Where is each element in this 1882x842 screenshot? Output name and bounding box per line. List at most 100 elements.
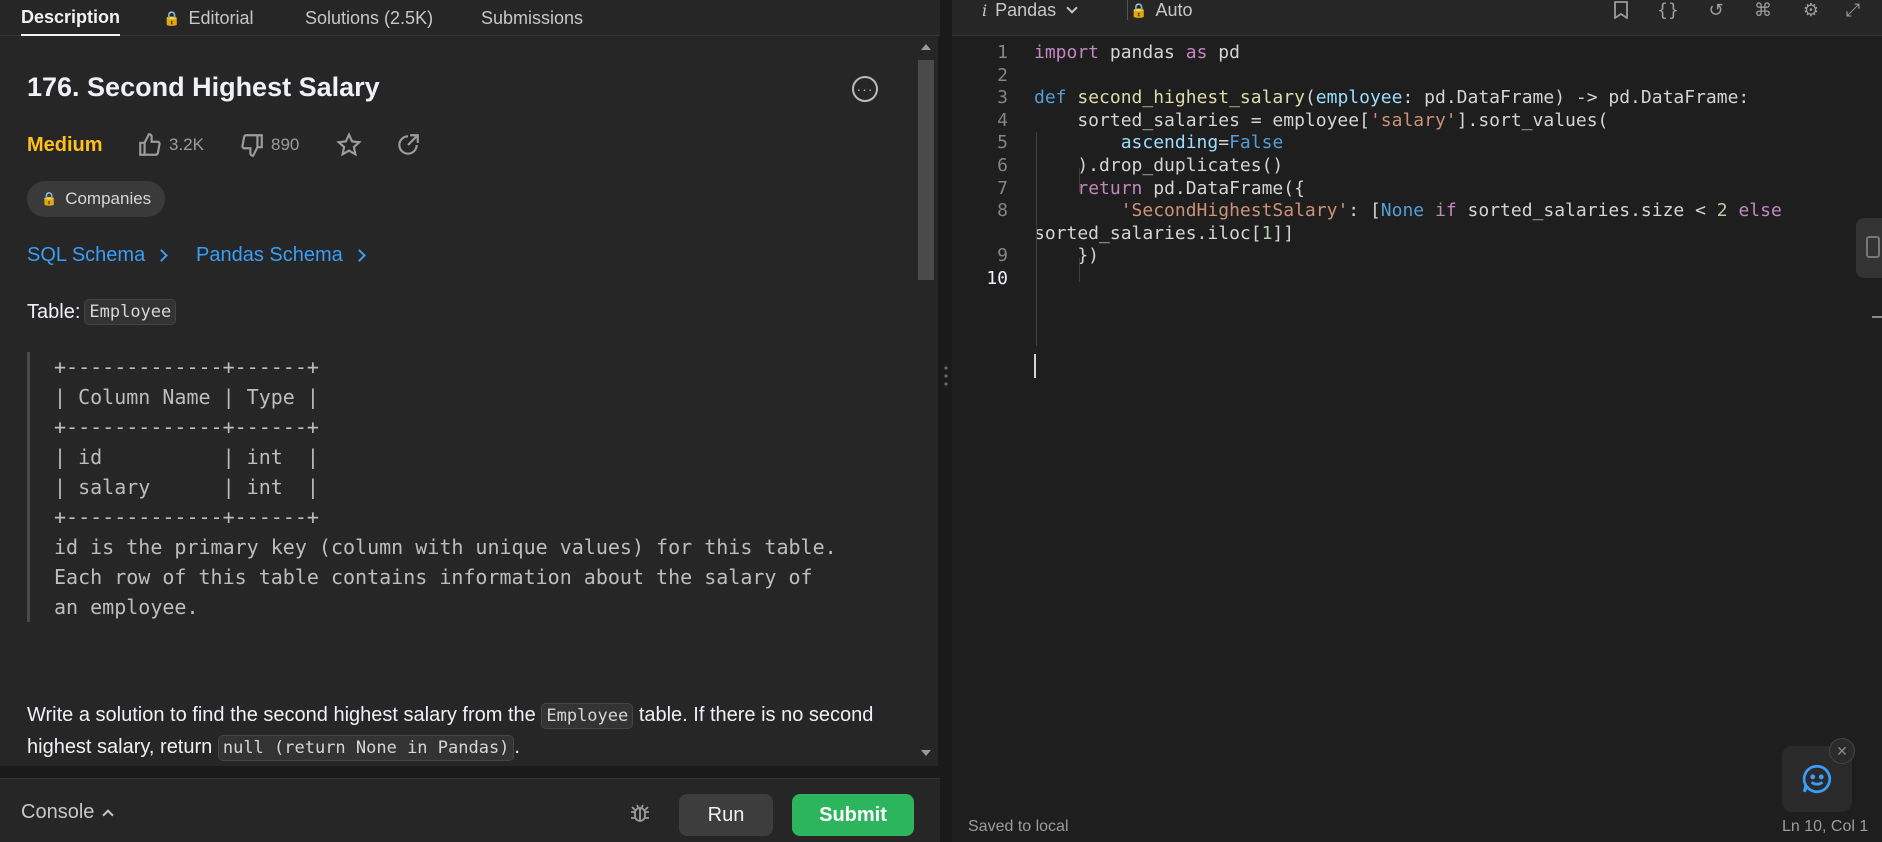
code-line[interactable]: ).drop_duplicates() [1034, 155, 1283, 176]
line-number: 9 [997, 245, 1008, 267]
lock-icon: 🔒 [1130, 1, 1148, 18]
code-line[interactable]: 'SecondHighestSalary': [None if sorted_s… [1034, 200, 1782, 221]
auto-mode-toggle[interactable]: 🔒 Auto [1130, 0, 1192, 20]
code-token: second_highest_salary [1077, 87, 1305, 109]
table-name-code: Employee [84, 299, 177, 325]
inline-code: null (return None in Pandas) [217, 735, 515, 761]
save-status: Saved to local [968, 818, 1069, 835]
code-token: sorted_salaries = employee[ [1034, 109, 1370, 131]
code-token: ).drop_duplicates() [1034, 155, 1284, 176]
code-editor-panel: i Pandas 🔒 Auto {} ↺ ⌘ ⚙ ⤢ 1 2 3 4 5 6 7 8 9 10 i… [952, 0, 1882, 842]
tab-solutions[interactable]: Solutions (2.5K) [305, 0, 433, 36]
code-token: ( [1304, 87, 1316, 109]
tab-submissions[interactable]: Submissions [481, 0, 583, 36]
info-icon: i [982, 0, 988, 20]
format-code-icon[interactable]: {} [1657, 0, 1679, 21]
code-token: def [1034, 87, 1067, 109]
code-line[interactable]: def second_highest_salary(employee: pd.D… [1034, 87, 1749, 108]
panel-resizer[interactable] [940, 0, 952, 842]
code-token: if [1435, 200, 1457, 222]
toolbar-divider [1127, 0, 1128, 20]
indent-guide [1036, 132, 1037, 346]
code-token: 1 [1261, 222, 1273, 244]
minimap-marker [1872, 316, 1882, 318]
pandas-schema-link[interactable]: Pandas Schema [196, 244, 366, 267]
code-line[interactable]: import pandas as pd [1034, 42, 1240, 63]
code-line[interactable]: sorted_salaries = employee['salary'].sor… [1034, 110, 1608, 131]
settings-icon[interactable]: ⚙ [1800, 0, 1822, 20]
code-token: None [1380, 200, 1425, 222]
table-heading: Table: Employee [27, 299, 177, 325]
tab-description[interactable]: Description [21, 0, 121, 36]
close-icon[interactable]: ✕ [1829, 738, 1855, 764]
like-button[interactable]: 3.2K [137, 132, 204, 158]
scroll-up-icon[interactable] [921, 44, 931, 50]
line-number: 2 [997, 64, 1008, 86]
tab-editorial[interactable]: 🔒 Editorial [163, 0, 253, 36]
code-line[interactable]: ascending=False [1034, 132, 1284, 154]
chevron-up-icon [102, 808, 115, 821]
code-token: else [1738, 200, 1782, 222]
reset-icon[interactable]: ↺ [1705, 0, 1727, 20]
share-icon [398, 134, 419, 155]
drag-handle-icon[interactable] [944, 364, 948, 390]
code-token: pandas [1099, 42, 1186, 63]
lock-icon: 🔒 [41, 191, 58, 206]
submit-button[interactable]: Submit [792, 794, 914, 836]
code-token: pd.DataFrame({ [1142, 177, 1305, 199]
text-cursor [1034, 354, 1036, 378]
line-number: 8 [997, 200, 1008, 222]
indent-guide [1079, 168, 1080, 192]
chevron-right-icon [155, 249, 169, 262]
bookmark-icon[interactable] [1610, 0, 1632, 20]
command-icon[interactable]: ⌘ [1752, 0, 1774, 20]
run-button[interactable]: Run [679, 794, 773, 836]
scroll-down-icon[interactable] [921, 750, 931, 756]
code-token: import [1034, 42, 1100, 63]
cursor-position: Ln 10, Col 1 [1782, 818, 1869, 835]
code-token: pd [1207, 42, 1240, 63]
code-token: return [1077, 177, 1143, 199]
code-token: ]] [1272, 222, 1295, 244]
language-select[interactable]: i Pandas [982, 0, 1078, 20]
side-panel-toggle[interactable] [1856, 218, 1882, 278]
scroll-thumb[interactable] [918, 60, 934, 280]
description-scrollbar[interactable] [914, 36, 938, 766]
dislike-button[interactable]: 890 [239, 132, 299, 158]
difficulty-badge: Medium [27, 134, 103, 156]
code-token: 'SecondHighestSalary' [1120, 200, 1349, 222]
line-number: 3 [997, 87, 1008, 109]
line-number: 5 [997, 132, 1008, 154]
code-editor[interactable]: 1 2 3 4 5 6 7 8 9 10 import pandas as pd def secon… [952, 36, 1882, 806]
fullscreen-icon[interactable]: ⤢ [1842, 0, 1864, 20]
code-line[interactable]: sorted_salaries.iloc[1]] [1034, 223, 1294, 244]
more-options-icon[interactable]: ··· [852, 76, 878, 102]
problem-description: 176. Second Highest Salary ··· Medium 3.… [0, 36, 914, 766]
star-icon [336, 132, 362, 157]
schema-block: +-------------+------+ | Column Name | T… [27, 352, 897, 622]
code-token: employee [1315, 87, 1403, 109]
problem-tabs: Description 🔒 Editorial Solutions (2.5K) … [0, 0, 940, 36]
code-token: as [1185, 42, 1208, 63]
chat-smile-icon [1802, 764, 1832, 794]
share-button[interactable] [395, 132, 421, 158]
code-token: = [1218, 132, 1230, 154]
bug-icon[interactable] [628, 801, 652, 825]
thumbs-up-icon [139, 133, 161, 156]
sql-schema-link[interactable]: SQL Schema [27, 244, 169, 267]
console-toggle[interactable]: Console [21, 801, 115, 824]
code-line[interactable]: return pd.DataFrame({ [1034, 178, 1305, 199]
code-token: }) [1034, 245, 1100, 267]
code-token: 'salary' [1369, 109, 1457, 131]
chevron-down-icon [1066, 2, 1078, 14]
line-number: 6 [997, 155, 1008, 176]
code-line[interactable]: }) [1034, 245, 1099, 266]
companies-tag[interactable]: 🔒 Companies [27, 181, 166, 217]
schema-text: +-------------+------+ | Column Name | T… [54, 355, 837, 619]
favorite-button[interactable] [336, 132, 362, 158]
